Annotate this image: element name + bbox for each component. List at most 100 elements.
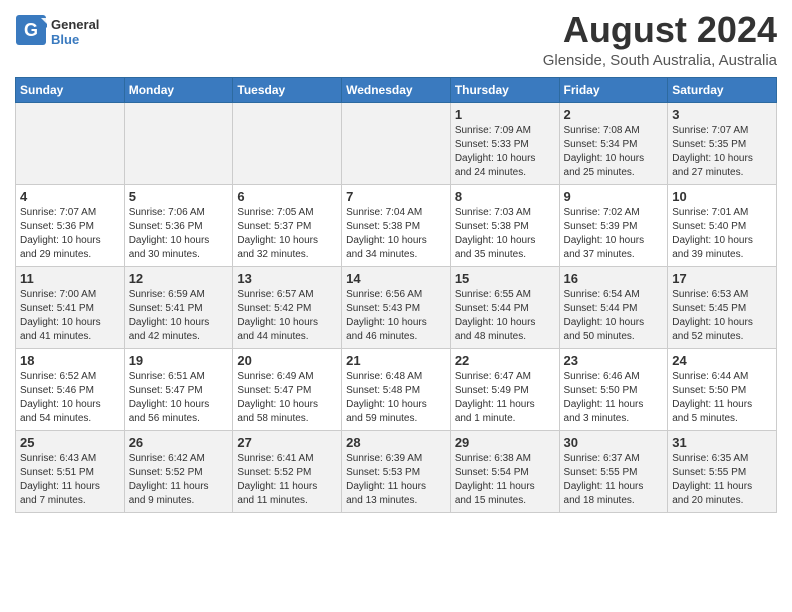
- day-number: 24: [672, 353, 772, 368]
- day-info: Sunrise: 7:02 AM Sunset: 5:39 PM Dayligh…: [564, 206, 664, 262]
- logo-general: General: [51, 17, 99, 32]
- day-info: Sunrise: 7:04 AM Sunset: 5:38 PM Dayligh…: [346, 206, 446, 262]
- calendar-cell: 17 Sunrise: 6:53 AM Sunset: 5:45 PM Dayli…: [668, 266, 777, 348]
- day-number: 26: [129, 435, 229, 450]
- calendar-cell: 15 Sunrise: 6:55 AM Sunset: 5:44 PM Dayli…: [450, 266, 559, 348]
- calendar-cell: 21 Sunrise: 6:48 AM Sunset: 5:48 PM Dayli…: [342, 348, 451, 430]
- calendar-cell: 25Sunrise: 6:43 AM Sunset: 5:51 PM Dayli…: [16, 430, 125, 512]
- day-number: 20: [237, 353, 337, 368]
- calendar-week-4: 18Sunrise: 6:52 AM Sunset: 5:46 PM Dayli…: [16, 348, 777, 430]
- calendar-cell: 5Sunrise: 7:06 AM Sunset: 5:36 PM Daylig…: [124, 184, 233, 266]
- day-number: 31: [672, 435, 772, 450]
- day-number: 2: [564, 107, 664, 122]
- calendar-week-2: 4 Sunrise: 7:07 AM Sunset: 5:36 PM Daylig…: [16, 184, 777, 266]
- calendar-week-5: 25Sunrise: 6:43 AM Sunset: 5:51 PM Dayli…: [16, 430, 777, 512]
- day-info: Sunrise: 7:07 AM Sunset: 5:36 PM Dayligh…: [20, 206, 120, 262]
- calendar-cell: 31 Sunrise: 6:35 AM Sunset: 5:55 PM Dayli…: [668, 430, 777, 512]
- calendar-cell: 30 Sunrise: 6:37 AM Sunset: 5:55 PM Dayli…: [559, 430, 668, 512]
- calendar-cell: 23 Sunrise: 6:46 AM Sunset: 5:50 PM Dayli…: [559, 348, 668, 430]
- svg-text:G: G: [24, 20, 38, 40]
- day-number: 27: [237, 435, 337, 450]
- calendar-cell: 13 Sunrise: 6:57 AM Sunset: 5:42 PM Dayli…: [233, 266, 342, 348]
- calendar-cell: 24 Sunrise: 6:44 AM Sunset: 5:50 PM Dayli…: [668, 348, 777, 430]
- day-info: Sunrise: 7:03 AM Sunset: 5:38 PM Dayligh…: [455, 206, 555, 262]
- day-info: Sunrise: 6:35 AM Sunset: 5:55 PM Dayligh…: [672, 452, 772, 508]
- day-info: Sunrise: 6:44 AM Sunset: 5:50 PM Dayligh…: [672, 370, 772, 426]
- day-number: 30: [564, 435, 664, 450]
- calendar-cell: 4 Sunrise: 7:07 AM Sunset: 5:36 PM Daylig…: [16, 184, 125, 266]
- day-header-monday: Monday: [124, 77, 233, 102]
- day-info: Sunrise: 6:48 AM Sunset: 5:48 PM Dayligh…: [346, 370, 446, 426]
- logo: G General Blue: [15, 10, 99, 51]
- calendar-cell: 19Sunrise: 6:51 AM Sunset: 5:47 PM Dayli…: [124, 348, 233, 430]
- day-number: 4: [20, 189, 120, 204]
- day-info: Sunrise: 6:42 AM Sunset: 5:52 PM Dayligh…: [129, 452, 229, 508]
- day-info: Sunrise: 7:07 AM Sunset: 5:35 PM Dayligh…: [672, 124, 772, 180]
- day-info: Sunrise: 6:55 AM Sunset: 5:44 PM Dayligh…: [455, 288, 555, 344]
- calendar-cell: 14Sunrise: 6:56 AM Sunset: 5:43 PM Dayli…: [342, 266, 451, 348]
- day-info: Sunrise: 7:01 AM Sunset: 5:40 PM Dayligh…: [672, 206, 772, 262]
- day-number: 15: [455, 271, 555, 286]
- calendar-cell: [342, 102, 451, 184]
- day-number: 3: [672, 107, 772, 122]
- calendar-cell: 20 Sunrise: 6:49 AM Sunset: 5:47 PM Dayli…: [233, 348, 342, 430]
- day-info: Sunrise: 7:05 AM Sunset: 5:37 PM Dayligh…: [237, 206, 337, 262]
- main-title: August 2024: [543, 10, 777, 50]
- day-info: Sunrise: 6:47 AM Sunset: 5:49 PM Dayligh…: [455, 370, 555, 426]
- calendar-cell: 6 Sunrise: 7:05 AM Sunset: 5:37 PM Daylig…: [233, 184, 342, 266]
- day-number: 19: [129, 353, 229, 368]
- day-header-tuesday: Tuesday: [233, 77, 342, 102]
- calendar-table: SundayMondayTuesdayWednesdayThursdayFrid…: [15, 77, 777, 513]
- calendar-week-3: 11 Sunrise: 7:00 AM Sunset: 5:41 PM Dayli…: [16, 266, 777, 348]
- day-info: Sunrise: 6:59 AM Sunset: 5:41 PM Dayligh…: [129, 288, 229, 344]
- day-info: Sunrise: 6:53 AM Sunset: 5:45 PM Dayligh…: [672, 288, 772, 344]
- calendar-cell: 11 Sunrise: 7:00 AM Sunset: 5:41 PM Dayli…: [16, 266, 125, 348]
- day-header-sunday: Sunday: [16, 77, 125, 102]
- day-info: Sunrise: 6:41 AM Sunset: 5:52 PM Dayligh…: [237, 452, 337, 508]
- day-info: Sunrise: 7:08 AM Sunset: 5:34 PM Dayligh…: [564, 124, 664, 180]
- day-number: 17: [672, 271, 772, 286]
- calendar-cell: 8 Sunrise: 7:03 AM Sunset: 5:38 PM Daylig…: [450, 184, 559, 266]
- day-info: Sunrise: 6:57 AM Sunset: 5:42 PM Dayligh…: [237, 288, 337, 344]
- day-number: 6: [237, 189, 337, 204]
- day-info: Sunrise: 6:46 AM Sunset: 5:50 PM Dayligh…: [564, 370, 664, 426]
- day-info: Sunrise: 6:56 AM Sunset: 5:43 PM Dayligh…: [346, 288, 446, 344]
- calendar-cell: 29Sunrise: 6:38 AM Sunset: 5:54 PM Dayli…: [450, 430, 559, 512]
- day-number: 1: [455, 107, 555, 122]
- calendar-cell: 3 Sunrise: 7:07 AM Sunset: 5:35 PM Daylig…: [668, 102, 777, 184]
- calendar-header-row: SundayMondayTuesdayWednesdayThursdayFrid…: [16, 77, 777, 102]
- day-number: 22: [455, 353, 555, 368]
- calendar-cell: 1 Sunrise: 7:09 AM Sunset: 5:33 PM Daylig…: [450, 102, 559, 184]
- calendar-cell: 7 Sunrise: 7:04 AM Sunset: 5:38 PM Daylig…: [342, 184, 451, 266]
- day-info: Sunrise: 7:06 AM Sunset: 5:36 PM Dayligh…: [129, 206, 229, 262]
- day-info: Sunrise: 6:39 AM Sunset: 5:53 PM Dayligh…: [346, 452, 446, 508]
- day-number: 8: [455, 189, 555, 204]
- page-header: G General Blue August 2024 Glenside, Sou…: [15, 10, 777, 69]
- day-number: 23: [564, 353, 664, 368]
- calendar-cell: 28Sunrise: 6:39 AM Sunset: 5:53 PM Dayli…: [342, 430, 451, 512]
- calendar-cell: [233, 102, 342, 184]
- day-info: Sunrise: 6:49 AM Sunset: 5:47 PM Dayligh…: [237, 370, 337, 426]
- logo-icon: G: [15, 14, 47, 51]
- calendar-cell: [124, 102, 233, 184]
- day-number: 7: [346, 189, 446, 204]
- day-info: Sunrise: 7:09 AM Sunset: 5:33 PM Dayligh…: [455, 124, 555, 180]
- day-number: 21: [346, 353, 446, 368]
- calendar-cell: 22 Sunrise: 6:47 AM Sunset: 5:49 PM Dayli…: [450, 348, 559, 430]
- calendar-cell: 18Sunrise: 6:52 AM Sunset: 5:46 PM Dayli…: [16, 348, 125, 430]
- day-info: Sunrise: 7:00 AM Sunset: 5:41 PM Dayligh…: [20, 288, 120, 344]
- day-info: Sunrise: 6:37 AM Sunset: 5:55 PM Dayligh…: [564, 452, 664, 508]
- calendar-cell: 2 Sunrise: 7:08 AM Sunset: 5:34 PM Daylig…: [559, 102, 668, 184]
- day-number: 11: [20, 271, 120, 286]
- day-number: 25: [20, 435, 120, 450]
- calendar-cell: 10Sunrise: 7:01 AM Sunset: 5:40 PM Dayli…: [668, 184, 777, 266]
- calendar-cell: 12Sunrise: 6:59 AM Sunset: 5:41 PM Dayli…: [124, 266, 233, 348]
- day-number: 16: [564, 271, 664, 286]
- calendar-cell: [16, 102, 125, 184]
- day-info: Sunrise: 6:52 AM Sunset: 5:46 PM Dayligh…: [20, 370, 120, 426]
- logo-blue: Blue: [51, 32, 79, 47]
- day-header-wednesday: Wednesday: [342, 77, 451, 102]
- day-number: 13: [237, 271, 337, 286]
- day-header-saturday: Saturday: [668, 77, 777, 102]
- calendar-week-1: 1 Sunrise: 7:09 AM Sunset: 5:33 PM Daylig…: [16, 102, 777, 184]
